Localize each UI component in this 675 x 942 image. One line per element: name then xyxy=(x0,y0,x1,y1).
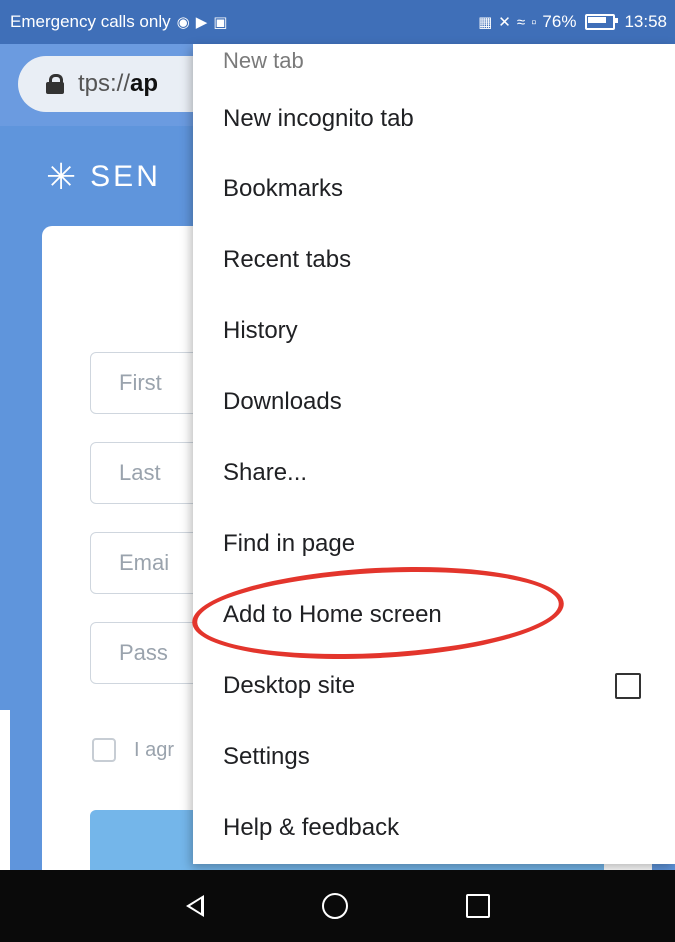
lock-icon xyxy=(46,74,64,94)
menu-item-label: Desktop site xyxy=(223,672,356,699)
menu-item-label: Add to Home screen xyxy=(223,601,442,628)
menu-item-label: New incognito tab xyxy=(223,105,414,132)
menu-item-add-to-home-screen[interactable]: Add to Home screen xyxy=(193,580,675,650)
browser-icon: ◉ xyxy=(176,14,190,31)
menu-item-new-incognito-tab[interactable]: New incognito tab xyxy=(193,84,675,154)
menu-item-help-feedback[interactable]: Help & feedback xyxy=(193,793,675,863)
clock: 13:58 xyxy=(624,12,667,31)
site-logo: ✳ SEN xyxy=(46,156,161,198)
menu-item-label: Help & feedback xyxy=(223,814,400,841)
battery-percent: 76% xyxy=(542,12,577,31)
sparkle-icon: ✳ xyxy=(46,156,77,197)
agree-label: I agr xyxy=(134,738,175,761)
overflow-menu: New tab New incognito tab Bookmarks Rece… xyxy=(193,44,675,864)
arrow-icon: ▶ xyxy=(195,14,208,31)
nfc-icon: ▦ xyxy=(478,14,493,31)
menu-item-desktop-site[interactable]: Desktop site xyxy=(193,651,675,721)
menu-item-downloads[interactable]: Downloads xyxy=(193,367,675,437)
wifi-icon: ≈ xyxy=(516,13,526,31)
menu-item-new-tab[interactable]: New tab xyxy=(193,44,675,74)
logo-text: SEN xyxy=(90,160,161,193)
menu-item-label: Downloads xyxy=(223,388,342,415)
recent-apps-icon[interactable] xyxy=(465,894,490,918)
agree-row[interactable]: I agr xyxy=(92,738,174,762)
url-domain: ap xyxy=(130,70,159,97)
carrier-text: Emergency calls only xyxy=(10,12,171,31)
menu-item-label: Recent tabs xyxy=(223,246,352,273)
status-bar: Emergency calls only ◉ ▶ ▣ ▦ ✕ ≈ ▫ 76% 1… xyxy=(0,0,675,44)
url-prefix: tps:// xyxy=(78,70,131,97)
menu-item-label: Bookmarks xyxy=(223,175,344,202)
menu-item-label: Share... xyxy=(223,459,308,486)
navigation-bar xyxy=(0,870,675,942)
battery-saver-icon: ▫ xyxy=(531,13,537,31)
page-edge xyxy=(0,710,10,870)
menu-item-history[interactable]: History xyxy=(193,296,675,366)
gallery-icon: ▣ xyxy=(213,14,228,31)
home-icon[interactable] xyxy=(321,893,348,919)
menu-item-settings[interactable]: Settings xyxy=(193,722,675,792)
menu-item-bookmarks[interactable]: Bookmarks xyxy=(193,154,675,224)
menu-item-label: History xyxy=(223,317,298,344)
menu-item-share[interactable]: Share... xyxy=(193,438,675,508)
back-icon[interactable] xyxy=(185,895,204,917)
menu-item-find-in-page[interactable]: Find in page xyxy=(193,509,675,579)
url-text: tps://ap xyxy=(78,70,158,98)
desktop-site-checkbox[interactable] xyxy=(615,673,641,699)
mute-icon: ✕ xyxy=(498,14,511,31)
menu-item-label: Find in page xyxy=(223,530,356,557)
status-left: Emergency calls only ◉ ▶ ▣ xyxy=(10,12,227,32)
menu-item-label: Settings xyxy=(223,743,310,770)
status-right: ▦ ✕ ≈ ▫ 76% 13:58 xyxy=(478,12,667,32)
menu-item-recent-tabs[interactable]: Recent tabs xyxy=(193,225,675,295)
agree-checkbox[interactable] xyxy=(92,738,116,762)
battery-icon xyxy=(585,14,619,30)
